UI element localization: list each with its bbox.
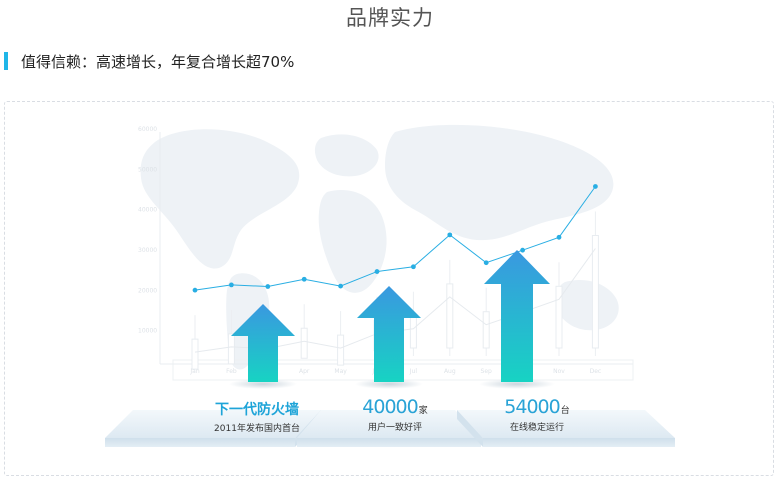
highlight-unit: 台 <box>560 406 570 416</box>
data-point <box>447 232 453 238</box>
x-tick-label: Jul <box>409 368 418 375</box>
data-point <box>593 184 598 189</box>
highlight-headline: 下一代防火墙 <box>215 402 299 418</box>
highlight-firewall: 下一代防火墙 2011年发布国内首台 <box>177 399 337 434</box>
candle-body <box>409 315 417 349</box>
y-tick-label: 50000 <box>138 166 157 173</box>
brand-strength-page: 品牌实力 值得信赖：高速增长，年复合增长超70% 60000 50000 400… <box>0 0 780 478</box>
y-tick-label: 10000 <box>138 328 157 335</box>
data-point <box>374 269 380 274</box>
highlight-unit: 家 <box>418 406 428 416</box>
x-tick-label: Apr <box>299 368 310 375</box>
highlight-number: 40000 <box>362 396 418 418</box>
subtitle-accent-bar <box>4 52 8 70</box>
data-point <box>192 287 198 293</box>
highlight-desc: 在线稳定运行 <box>509 423 564 433</box>
candle-body <box>446 283 454 349</box>
growth-arrows <box>229 250 555 389</box>
highlight-number: 54000 <box>504 396 560 418</box>
y-tick-label: 60000 <box>138 126 157 133</box>
y-tick-label: 30000 <box>138 247 157 254</box>
data-point <box>556 234 562 240</box>
candle-body <box>227 333 235 365</box>
y-tick-label: 20000 <box>138 287 157 294</box>
candle-body <box>337 334 345 366</box>
data-point <box>229 282 234 288</box>
page-title: 品牌实力 <box>346 6 434 30</box>
x-tick-label: Dec <box>590 368 602 375</box>
candle-body <box>300 327 308 359</box>
candle-body <box>591 234 599 349</box>
data-point <box>520 247 525 253</box>
highlight-desc: 用户一致好评 <box>367 423 422 433</box>
data-point <box>338 283 343 289</box>
x-tick-label: Aug <box>444 368 456 375</box>
highlight-users: 40000家 用户一致好评 <box>325 396 465 433</box>
data-point <box>301 276 307 282</box>
growth-panel: 600005000040000300002000010000 JanFebMar… <box>4 101 774 476</box>
data-point <box>411 264 416 270</box>
x-tick-label: Sep <box>481 368 493 375</box>
highlight-devices: 54000台 在线稳定运行 <box>467 396 607 433</box>
x-tick-label: Feb <box>226 368 237 375</box>
y-tick-label: 40000 <box>138 207 157 214</box>
section-subtitle: 值得信赖：高速增长，年复合增长超70% <box>21 53 295 71</box>
data-point <box>265 284 271 289</box>
data-point <box>483 260 489 266</box>
x-tick-label: May <box>334 368 347 375</box>
candle-body <box>482 311 490 349</box>
x-tick-label: Nov <box>553 368 565 375</box>
candle-body <box>191 338 199 370</box>
highlight-desc: 2011年发布国内首台 <box>214 424 300 434</box>
